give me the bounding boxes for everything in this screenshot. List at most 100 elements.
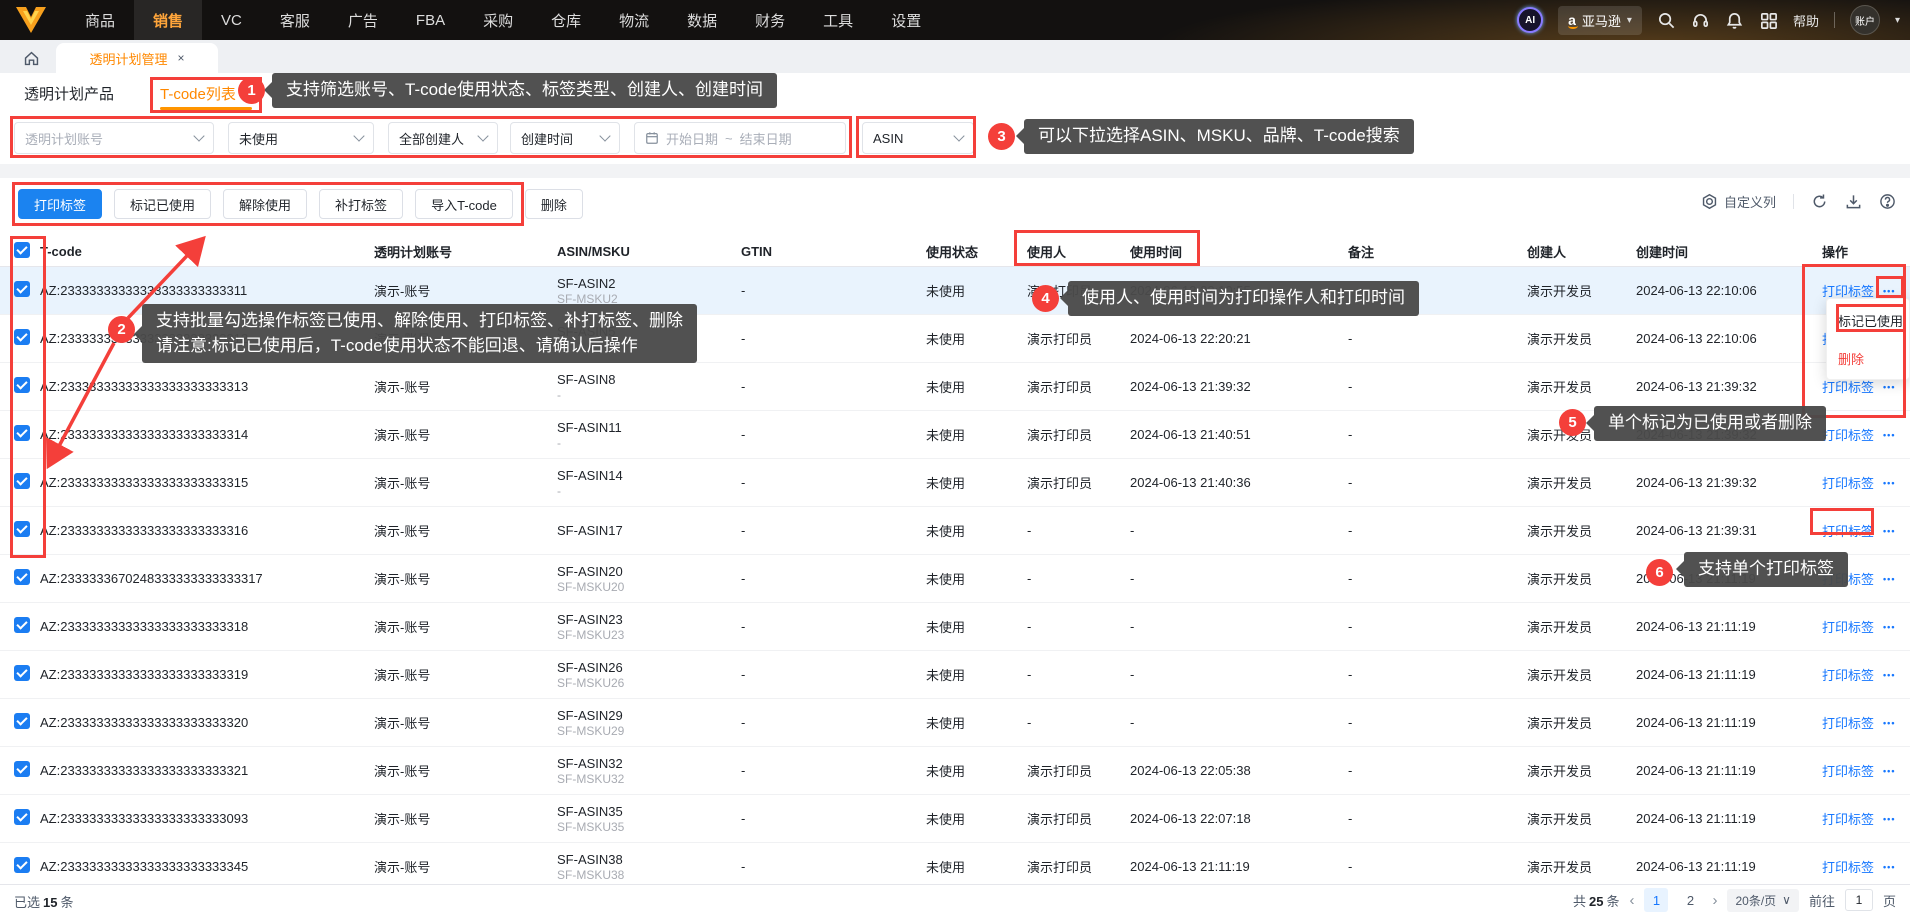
checkbox-checked-icon[interactable] [14,242,30,258]
row-checkbox[interactable] [0,617,40,636]
print-label-link[interactable]: 打印标签 [1822,425,1874,444]
print-label-link[interactable]: 打印标签 [1822,809,1874,828]
print-label-link[interactable]: 打印标签 [1822,761,1874,780]
print-label-link[interactable]: 打印标签 [1822,857,1874,876]
prev-page-icon[interactable]: ‹ [1629,892,1634,909]
checkbox-checked-icon[interactable] [14,761,30,777]
page-button-2[interactable]: 2 [1678,888,1702,912]
select-all-checkbox[interactable] [0,242,40,261]
row-checkbox[interactable] [0,569,40,588]
checkbox-checked-icon[interactable] [14,281,30,297]
menu-item-mark-used[interactable]: 标记已使用 [1827,306,1909,334]
row-checkbox[interactable] [0,809,40,828]
checkbox-checked-icon[interactable] [14,809,30,825]
open-tab-transparency-plan[interactable]: 透明计划管理 × [56,43,218,73]
row-checkbox[interactable] [0,473,40,492]
more-actions-icon[interactable]: ••• [1883,286,1895,296]
apps-grid-icon[interactable] [1759,11,1778,30]
marketplace-selector[interactable]: a 亚马逊 ▾ [1558,5,1642,35]
chevron-down-icon[interactable]: ▾ [1895,15,1900,26]
bulk-action-button[interactable]: 打印标签 [18,189,103,219]
more-actions-icon[interactable]: ••• [1883,622,1895,632]
more-actions-icon[interactable]: ••• [1883,814,1895,824]
bulk-action-button[interactable]: 解除使用 [223,189,308,219]
tab-transparency-products[interactable]: 透明计划产品 [24,83,114,104]
row-checkbox[interactable] [0,377,40,396]
tab-tcode-list[interactable]: T-code列表 [160,83,236,104]
ai-assistant-button[interactable]: AI [1517,7,1544,33]
account-button[interactable]: 账户 [1849,5,1880,35]
nav-menu-item[interactable]: 物流 [600,0,668,40]
checkbox-checked-icon[interactable] [14,377,30,393]
notifications-bell-icon[interactable] [1725,11,1744,30]
filter-time-type-select[interactable]: 创建时间 [510,122,620,154]
bulk-action-button[interactable]: 导入T-code [415,189,513,219]
checkbox-checked-icon[interactable] [14,569,30,585]
checkbox-checked-icon[interactable] [14,617,30,633]
filter-search-type-select[interactable]: ASIN [862,122,974,154]
print-label-link[interactable]: 打印标签 [1822,473,1874,492]
more-actions-icon[interactable]: ••• [1883,526,1895,536]
nav-menu-item[interactable]: VC [202,0,261,40]
nav-menu-item[interactable]: 客服 [261,0,329,40]
more-actions-icon[interactable]: ••• [1883,574,1895,584]
checkbox-checked-icon[interactable] [14,425,30,441]
nav-menu-item[interactable]: 工具 [804,0,872,40]
refresh-icon[interactable] [1811,193,1828,210]
next-page-icon[interactable]: › [1712,892,1717,909]
download-export-icon[interactable] [1845,193,1862,210]
nav-menu-item[interactable]: 采购 [464,0,532,40]
bulk-action-button[interactable]: 删除 [524,189,583,219]
goto-page-input[interactable]: 1 [1844,889,1873,911]
nav-menu-item[interactable]: FBA [397,0,464,40]
nav-menu-item[interactable]: 数据 [668,0,736,40]
row-checkbox[interactable] [0,329,40,348]
page-size-select[interactable]: 20条/页 ∨ [1727,888,1799,912]
menu-item-delete[interactable]: 删除 [1827,344,1909,372]
more-actions-icon[interactable]: ••• [1883,382,1895,392]
filter-account-select[interactable]: 透明计划账号 [14,122,214,154]
filter-status-select[interactable]: 未使用 [228,122,374,154]
row-checkbox[interactable] [0,521,40,540]
more-actions-icon[interactable]: ••• [1883,670,1895,680]
nav-menu-item[interactable]: 财务 [736,0,804,40]
more-actions-icon[interactable]: ••• [1883,430,1895,440]
help-link[interactable]: 帮助 [1793,11,1819,30]
checkbox-checked-icon[interactable] [14,329,30,345]
customize-columns-button[interactable]: 自定义列 [1701,192,1776,211]
print-label-link[interactable]: 打印标签 [1822,713,1874,732]
print-label-link[interactable]: 打印标签 [1822,617,1874,636]
checkbox-checked-icon[interactable] [14,473,30,489]
print-label-link[interactable]: 打印标签 [1822,665,1874,684]
more-actions-icon[interactable]: ••• [1883,766,1895,776]
row-checkbox[interactable] [0,425,40,444]
more-actions-icon[interactable]: ••• [1883,862,1895,872]
print-label-link[interactable]: 打印标签 [1822,521,1874,540]
checkbox-checked-icon[interactable] [14,713,30,729]
close-tab-icon[interactable]: × [178,51,185,65]
nav-menu-item[interactable]: 销售 [134,0,203,40]
search-icon[interactable] [1657,11,1676,30]
nav-menu-item[interactable]: 仓库 [532,0,600,40]
checkbox-checked-icon[interactable] [14,521,30,537]
row-checkbox[interactable] [0,761,40,780]
checkbox-checked-icon[interactable] [14,857,30,873]
bulk-action-button[interactable]: 补打标签 [319,189,404,219]
bulk-action-button[interactable]: 标记已使用 [114,189,212,219]
more-actions-icon[interactable]: ••• [1883,478,1895,488]
row-checkbox[interactable] [0,281,40,300]
row-checkbox[interactable] [0,857,40,876]
page-button-1[interactable]: 1 [1644,888,1669,912]
filter-date-range[interactable]: 开始日期 ~ 结束日期 [634,122,846,154]
nav-menu-item[interactable]: 设置 [872,0,940,40]
nav-menu-item[interactable]: 广告 [329,0,397,40]
checkbox-checked-icon[interactable] [14,665,30,681]
home-button[interactable] [16,46,46,70]
headset-support-icon[interactable] [1691,11,1710,30]
more-actions-icon[interactable]: ••• [1883,718,1895,728]
help-circle-icon[interactable] [1879,193,1896,210]
nav-menu-item[interactable]: 商品 [66,0,134,40]
row-checkbox[interactable] [0,665,40,684]
row-checkbox[interactable] [0,713,40,732]
filter-creator-select[interactable]: 全部创建人 [388,122,498,154]
